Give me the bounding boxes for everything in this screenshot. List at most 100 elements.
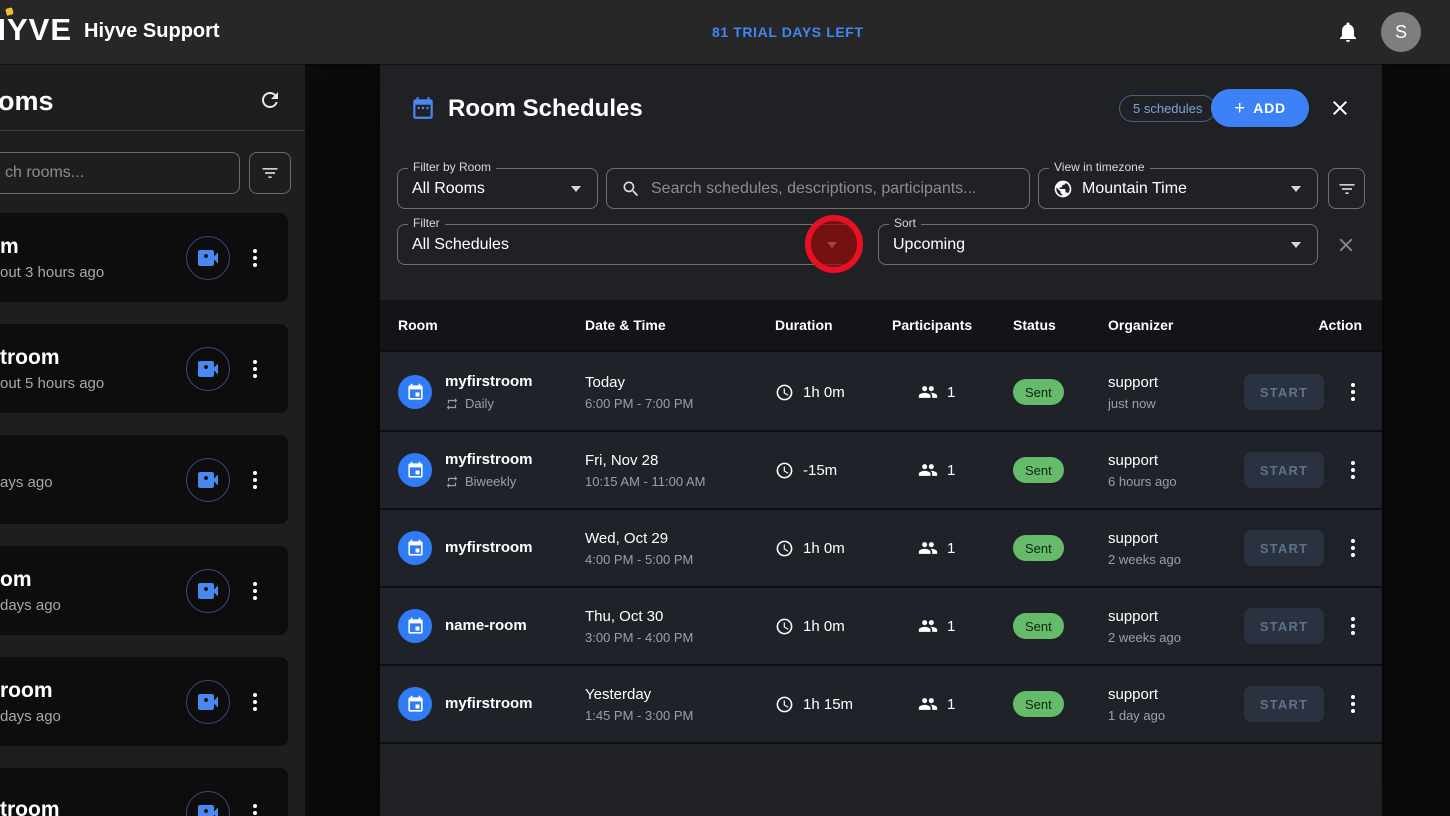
schedule-room-name: myfirstroom: [445, 539, 533, 556]
participants-icon: [918, 460, 938, 480]
status-badge: Sent: [1013, 613, 1064, 639]
status-badge: Sent: [1013, 535, 1064, 561]
schedule-search-input[interactable]: [651, 169, 1021, 208]
organizer-name: support: [1108, 686, 1244, 703]
duration-value: 1h 15m: [803, 696, 853, 713]
status-badge: Sent: [1013, 379, 1064, 405]
schedule-more-options-icon[interactable]: [1344, 458, 1362, 482]
column-duration: Duration: [775, 317, 892, 333]
rooms-heading: oms: [0, 86, 54, 117]
clock-icon: [775, 539, 794, 558]
participants-count: 1: [947, 540, 955, 557]
schedule-row: myfirstroom Wed, Oct 29 4:00 PM - 5:00 P…: [380, 510, 1382, 588]
room-card-last-active: out 3 hours ago: [0, 264, 186, 281]
room-card[interactable]: m out 3 hours ago: [0, 213, 288, 302]
room-more-options-icon[interactable]: [246, 690, 264, 714]
room-calendar-icon: [398, 453, 432, 487]
schedule-time: 3:00 PM - 4:00 PM: [585, 630, 775, 645]
participants-count: 1: [947, 618, 955, 635]
start-button[interactable]: START: [1244, 530, 1324, 566]
add-schedule-button[interactable]: + ADD: [1211, 89, 1309, 127]
top-app-bar: HIYVE Hiyve Support 81 TRIAL DAYS LEFT S: [0, 0, 1450, 64]
rooms-search-input[interactable]: [0, 152, 240, 194]
video-camera-icon: [196, 579, 220, 603]
room-more-options-icon[interactable]: [246, 357, 264, 381]
join-video-button[interactable]: [186, 347, 230, 391]
room-card-name: troom: [0, 797, 186, 816]
room-card[interactable]: troom out 5 hours ago: [0, 324, 288, 413]
schedule-time: 1:45 PM - 3:00 PM: [585, 708, 775, 723]
organizer-name: support: [1108, 374, 1244, 391]
organized-time-ago: 2 weeks ago: [1108, 630, 1244, 645]
organized-time-ago: just now: [1108, 396, 1244, 411]
room-card-name: troom: [0, 345, 186, 370]
timezone-select[interactable]: View in timezone Mountain Time: [1038, 168, 1318, 209]
schedule-more-options-icon[interactable]: [1344, 380, 1362, 404]
calendar-icon: [410, 95, 436, 121]
video-camera-icon: [196, 357, 220, 381]
app-title: Hiyve Support: [84, 20, 220, 43]
sort-select[interactable]: Sort Upcoming: [878, 224, 1318, 265]
schedule-more-options-icon[interactable]: [1344, 536, 1362, 560]
room-more-options-icon[interactable]: [246, 579, 264, 603]
start-button[interactable]: START: [1244, 452, 1324, 488]
join-video-button[interactable]: [186, 236, 230, 280]
start-button[interactable]: START: [1244, 608, 1324, 644]
participants-icon: [918, 694, 938, 714]
schedule-more-options-icon[interactable]: [1344, 614, 1362, 638]
schedule-date: Fri, Nov 28: [585, 452, 775, 469]
user-avatar[interactable]: S: [1381, 12, 1421, 52]
advanced-filters-button[interactable]: [1328, 168, 1365, 209]
join-video-button[interactable]: [186, 569, 230, 613]
chevron-down-icon: [1291, 186, 1301, 192]
schedule-filter-select[interactable]: Filter All Schedules: [397, 224, 858, 265]
room-card[interactable]: ays ago: [0, 435, 288, 524]
recurrence-row: Biweekly: [445, 474, 533, 489]
room-calendar-icon: [398, 375, 432, 409]
room-card-last-active: out 5 hours ago: [0, 375, 186, 392]
status-badge: Sent: [1013, 457, 1064, 483]
schedule-time: 10:15 AM - 11:00 AM: [585, 474, 775, 489]
organizer-name: support: [1108, 608, 1244, 625]
filter-by-room-select[interactable]: Filter by Room All Rooms: [397, 168, 598, 209]
start-button[interactable]: START: [1244, 686, 1324, 722]
notifications-bell-icon[interactable]: [1336, 20, 1360, 44]
column-organizer: Organizer: [1108, 317, 1318, 333]
join-video-button[interactable]: [186, 791, 230, 816]
join-video-button[interactable]: [186, 458, 230, 502]
refresh-icon[interactable]: [258, 88, 282, 112]
close-modal-icon[interactable]: [1328, 96, 1352, 120]
room-card[interactable]: room days ago: [0, 657, 288, 746]
schedule-search-field: [606, 168, 1030, 209]
participants-icon: [918, 616, 938, 636]
start-button[interactable]: START: [1244, 374, 1324, 410]
trial-days-banner[interactable]: 81 TRIAL DAYS LEFT: [712, 24, 864, 40]
room-card[interactable]: om days ago: [0, 546, 288, 635]
rooms-filter-button[interactable]: [249, 152, 291, 194]
room-calendar-icon: [398, 609, 432, 643]
room-more-options-icon[interactable]: [246, 801, 264, 816]
schedule-more-options-icon[interactable]: [1344, 692, 1362, 716]
room-calendar-icon: [398, 531, 432, 565]
schedule-room-name: name-room: [445, 617, 527, 634]
schedule-time: 4:00 PM - 5:00 PM: [585, 552, 775, 567]
room-card-name: om: [0, 567, 186, 592]
room-card-last-active: ays ago: [0, 474, 186, 491]
join-video-button[interactable]: [186, 680, 230, 724]
schedule-date: Wed, Oct 29: [585, 530, 775, 547]
participants-icon: [918, 538, 938, 558]
recurrence-label: Biweekly: [465, 474, 516, 489]
chevron-down-icon: [1291, 242, 1301, 248]
schedule-date: Today: [585, 374, 775, 391]
room-more-options-icon[interactable]: [246, 246, 264, 270]
click-annotation-circle: [805, 215, 863, 273]
organizer-name: support: [1108, 530, 1244, 547]
schedule-time: 6:00 PM - 7:00 PM: [585, 396, 775, 411]
room-card[interactable]: troom: [0, 768, 288, 816]
room-more-options-icon[interactable]: [246, 468, 264, 492]
schedule-table-header: Room Date & Time Duration Participants S…: [380, 300, 1382, 352]
clear-filters-icon[interactable]: [1335, 234, 1357, 256]
column-action: Action: [1318, 317, 1362, 333]
room-list: m out 3 hours ago troom out 5 hours ago: [0, 213, 305, 816]
schedule-row: name-room Thu, Oct 30 3:00 PM - 4:00 PM …: [380, 588, 1382, 666]
